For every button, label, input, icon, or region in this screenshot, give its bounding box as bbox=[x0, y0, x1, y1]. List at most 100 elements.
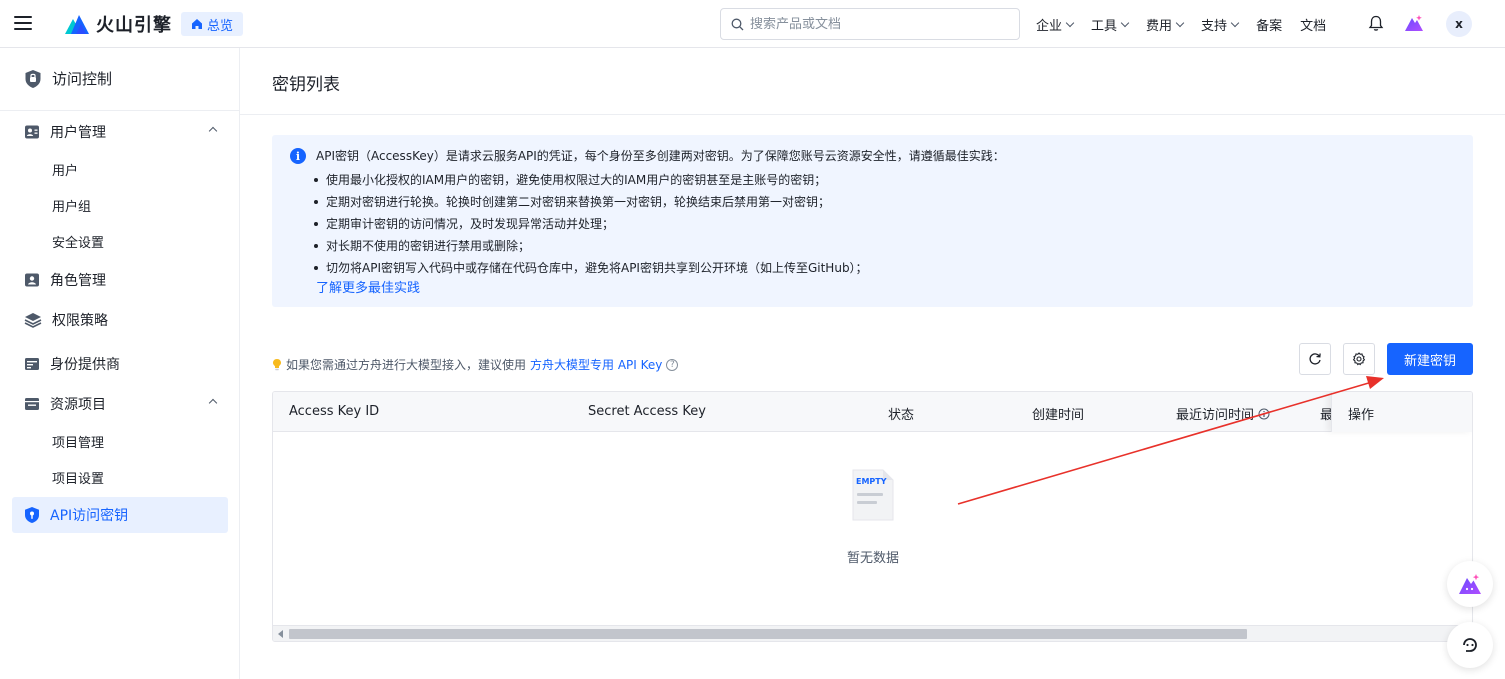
chevron-up-icon bbox=[208, 126, 218, 136]
nav-docs[interactable]: 文档 bbox=[1300, 15, 1326, 34]
search-icon bbox=[731, 18, 744, 30]
sidebar-item-role-management[interactable]: 角色管理 bbox=[24, 270, 220, 290]
column-header-created-at: 创建时间 bbox=[1032, 408, 1085, 423]
hint-text: 如果您需通过方舟进行大模型接入，建议使用 bbox=[286, 358, 527, 372]
best-practice-alert: i API密钥（AccessKey）是请求云服务API的凭证，每个身份至多创建两… bbox=[272, 135, 1473, 307]
top-bar: 火山引擎 总览 企业 工具 费用 支持 备案 文档 x bbox=[0, 0, 1505, 48]
chevron-down-icon bbox=[1120, 18, 1130, 27]
nav-tools[interactable]: 工具 bbox=[1091, 15, 1130, 34]
customer-service-icon bbox=[1463, 638, 1477, 652]
info-icon: i bbox=[290, 148, 306, 164]
id-provider-icon bbox=[25, 358, 39, 370]
brand-name: 火山引擎 bbox=[96, 15, 172, 36]
column-header-status: 状态 bbox=[888, 408, 915, 423]
overview-button[interactable]: 总览 bbox=[181, 12, 244, 36]
search-box bbox=[720, 8, 1020, 40]
home-icon bbox=[192, 19, 202, 29]
refresh-button[interactable] bbox=[1299, 343, 1331, 375]
access-key-table: Access Key ID Secret Access Key 状态 创建时间 … bbox=[272, 391, 1473, 642]
gear-icon bbox=[1352, 352, 1366, 366]
scroll-left-arrow-icon[interactable] bbox=[278, 630, 283, 638]
sidebar-item-api-keys[interactable]: API访问密钥 bbox=[12, 497, 228, 533]
menu-icon[interactable] bbox=[14, 12, 36, 34]
sidebar-group-resource-projects[interactable]: 资源项目 bbox=[24, 394, 220, 414]
info-circle-icon[interactable] bbox=[1258, 408, 1270, 420]
chevron-down-icon bbox=[1065, 18, 1075, 27]
empty-tag: EMPTY bbox=[856, 477, 887, 486]
empty-document-icon: EMPTY bbox=[852, 469, 894, 521]
access-control-icon bbox=[25, 69, 41, 88]
sidebar-group-label: 资源项目 bbox=[50, 397, 106, 413]
nav-label: 企业 bbox=[1036, 18, 1063, 34]
nav-label: 备案 bbox=[1256, 18, 1283, 34]
sidebar-item-label: 身份提供商 bbox=[50, 357, 120, 373]
page-title: 密钥列表 bbox=[272, 75, 340, 95]
nav-billing[interactable]: 费用 bbox=[1146, 15, 1185, 34]
sidebar: 访问控制 用户管理 用户 用户组 安全设置 角色管理 权限策略 身份提供商 资源… bbox=[0, 48, 240, 679]
lightbulb-icon bbox=[273, 359, 281, 371]
nav-support[interactable]: 支持 bbox=[1201, 15, 1240, 34]
volcano-logo-icon bbox=[65, 15, 89, 34]
sidebar-item-label: 权限策略 bbox=[52, 313, 108, 329]
sidebar-item-label: API访问密钥 bbox=[50, 508, 129, 524]
role-icon bbox=[25, 273, 39, 287]
chevron-up-icon bbox=[208, 398, 218, 408]
title-divider bbox=[240, 114, 1505, 115]
learn-more-link[interactable]: 了解更多最佳实践 bbox=[316, 277, 420, 296]
sidebar-item-users[interactable]: 用户 bbox=[52, 160, 78, 179]
floating-ai-assistant-button[interactable] bbox=[1447, 561, 1493, 607]
sidebar-item-user-groups[interactable]: 用户组 bbox=[52, 196, 91, 215]
nav-enterprise[interactable]: 企业 bbox=[1036, 15, 1075, 34]
alert-list-item: 定期审计密钥的访问情况，及时发现异常活动并处理； bbox=[314, 213, 868, 235]
nav-label: 文档 bbox=[1300, 18, 1327, 34]
nav-label: 工具 bbox=[1091, 18, 1118, 34]
user-card-icon bbox=[25, 125, 39, 139]
horizontal-scrollbar[interactable] bbox=[273, 625, 1472, 641]
bell-icon[interactable] bbox=[1368, 15, 1384, 32]
shield-key-icon bbox=[25, 507, 39, 523]
column-header-access-key-id: Access Key ID bbox=[289, 404, 380, 419]
sidebar-divider bbox=[0, 110, 240, 111]
scrollbar-thumb[interactable] bbox=[289, 629, 1247, 639]
sidebar-title: 访问控制 bbox=[24, 68, 112, 89]
sidebar-group-user-management[interactable]: 用户管理 bbox=[24, 122, 220, 142]
sidebar-item-identity-providers[interactable]: 身份提供商 bbox=[24, 354, 220, 374]
settings-button[interactable] bbox=[1343, 343, 1375, 375]
create-key-button[interactable]: 新建密钥 bbox=[1387, 343, 1473, 375]
top-nav: 企业 工具 费用 支持 备案 文档 bbox=[1036, 0, 1326, 48]
empty-illustration: EMPTY bbox=[843, 468, 903, 526]
sidebar-title-text: 访问控制 bbox=[52, 70, 113, 88]
layers-icon bbox=[24, 313, 42, 328]
column-header-actions: 操作 bbox=[1348, 408, 1375, 423]
sidebar-item-policies[interactable]: 权限策略 bbox=[24, 310, 220, 330]
ark-api-key-hint: 如果您需通过方舟进行大模型接入，建议使用 方舟大模型专用 API Key ? bbox=[272, 356, 679, 373]
alert-heading: API密钥（AccessKey）是请求云服务API的凭证，每个身份至多创建两对密… bbox=[316, 149, 1005, 163]
refresh-icon bbox=[1309, 353, 1321, 365]
ark-api-key-link[interactable]: 方舟大模型专用 API Key bbox=[530, 356, 662, 373]
alert-list-item: 对长期不使用的密钥进行禁用或删除； bbox=[314, 235, 868, 257]
user-avatar[interactable]: x bbox=[1446, 11, 1472, 37]
overview-label: 总览 bbox=[207, 18, 234, 34]
nav-filing[interactable]: 备案 bbox=[1256, 15, 1282, 34]
sidebar-item-project-management[interactable]: 项目管理 bbox=[52, 432, 104, 451]
floating-support-button[interactable] bbox=[1447, 622, 1493, 668]
column-header-last-accessed: 最近访问时间 bbox=[1176, 404, 1270, 423]
ai-assistant-icon[interactable] bbox=[1404, 14, 1424, 32]
folder-icon bbox=[25, 398, 39, 410]
nav-label: 支持 bbox=[1201, 18, 1228, 34]
sidebar-item-security-settings[interactable]: 安全设置 bbox=[52, 232, 104, 251]
ai-assistant-icon bbox=[1459, 574, 1481, 594]
sidebar-item-project-settings[interactable]: 项目设置 bbox=[52, 468, 104, 487]
brand-logo[interactable]: 火山引擎 bbox=[64, 11, 172, 37]
empty-state-text: 暂无数据 bbox=[846, 551, 899, 566]
search-input[interactable] bbox=[750, 16, 1009, 32]
alert-list: 使用最小化授权的IAM用户的密钥，避免使用权限过大的IAM用户的密钥甚至是主账号… bbox=[314, 169, 868, 279]
column-header-secret-access-key: Secret Access Key bbox=[588, 404, 706, 419]
sidebar-group-label: 用户管理 bbox=[50, 125, 106, 141]
column-header-label: 最近访问时间 bbox=[1176, 408, 1255, 423]
alert-list-item: 使用最小化授权的IAM用户的密钥，避免使用权限过大的IAM用户的密钥甚至是主账号… bbox=[314, 169, 868, 191]
column-header-actions-cell: 操作 bbox=[1331, 392, 1472, 432]
main-content: 密钥列表 i API密钥（AccessKey）是请求云服务API的凭证，每个身份… bbox=[240, 48, 1505, 679]
help-icon[interactable]: ? bbox=[666, 358, 679, 371]
alert-list-item: 定期对密钥进行轮换。轮换时创建第二对密钥来替换第一对密钥，轮换结束后禁用第一对密… bbox=[314, 191, 868, 213]
